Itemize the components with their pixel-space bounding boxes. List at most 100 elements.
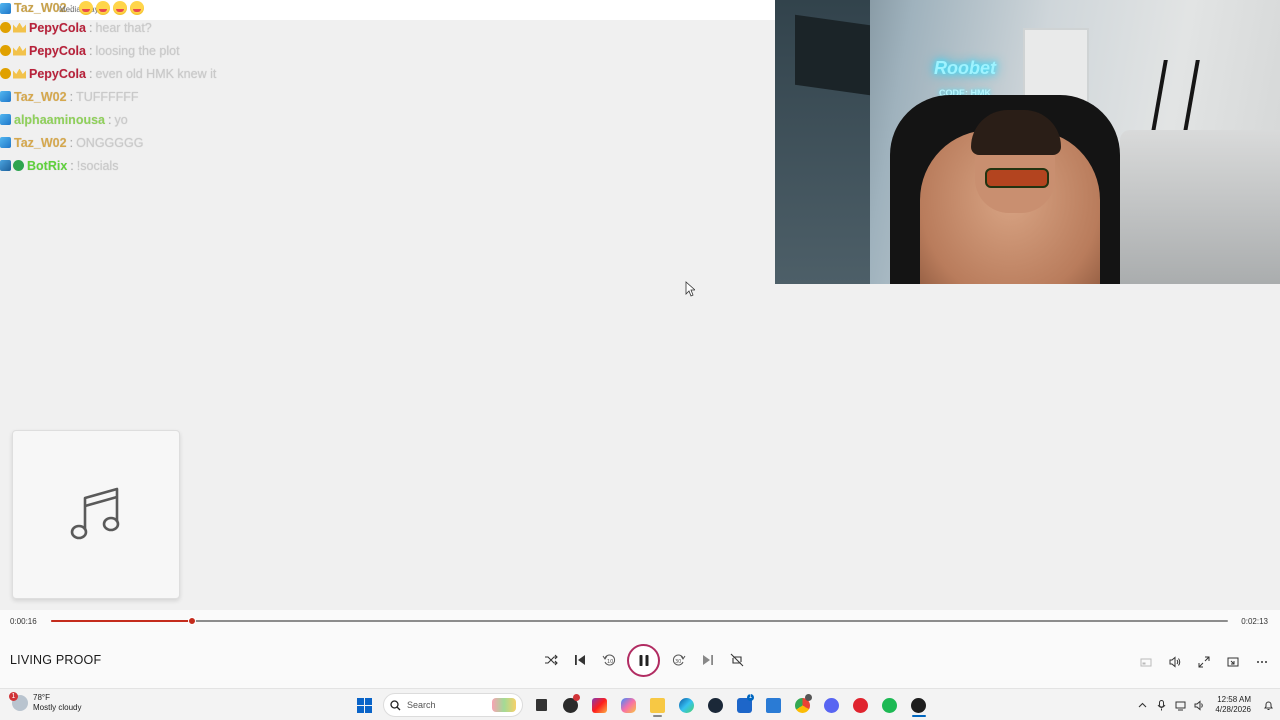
laughing-emoji-icon [113, 1, 128, 15]
network-button[interactable] [1171, 693, 1190, 717]
discord-button[interactable] [817, 693, 846, 717]
clock-time: 12:58 AM [1217, 695, 1251, 704]
cube-badge-icon [0, 114, 11, 125]
forward-30-icon: 30 [672, 654, 685, 666]
mail-icon [766, 697, 781, 713]
tray-overflow-button[interactable] [1133, 693, 1152, 717]
windows-start-icon [357, 697, 372, 713]
search-placeholder: Search [407, 700, 436, 710]
chat-separator: : [69, 135, 74, 150]
store-button[interactable]: 1 [730, 693, 759, 717]
pause-icon [639, 654, 648, 666]
active-indicator [653, 715, 662, 717]
laughing-emoji-icon [130, 1, 145, 15]
taskbar-search[interactable]: Search [383, 693, 523, 717]
store-badge: 1 [747, 694, 754, 701]
edge-button[interactable] [672, 693, 701, 717]
chat-text: !socials [76, 158, 119, 173]
pause-button[interactable] [627, 643, 660, 677]
previous-icon [574, 655, 585, 665]
instagram-icon [592, 697, 607, 713]
mouse-cursor-icon [685, 281, 695, 297]
chrome-badge [805, 694, 812, 701]
copilot-button[interactable] [614, 693, 643, 717]
mod-badge-icon [0, 160, 11, 171]
volume-button[interactable] [1160, 647, 1189, 677]
obs-button[interactable] [556, 693, 585, 717]
coin-badge-icon [0, 68, 11, 79]
instagram-button[interactable] [585, 693, 614, 717]
clock[interactable]: 12:58 AM 4/28/2026 [1209, 695, 1256, 715]
weather-widget[interactable]: 1 78°F Mostly cloudy [9, 692, 81, 713]
forward-30-button[interactable]: 30 [664, 645, 693, 675]
miniplayer-button[interactable] [1131, 647, 1160, 677]
more-options-button[interactable] [1247, 647, 1276, 677]
notifications-button[interactable] [1256, 693, 1280, 717]
next-button[interactable] [693, 645, 722, 675]
volume-tray-button[interactable] [1190, 693, 1209, 717]
chat-message: Taz_W02 Media Player: [0, 0, 770, 16]
chat-text: hear that? [95, 20, 152, 35]
steam-button[interactable] [701, 693, 730, 717]
shuffle-icon [544, 654, 558, 666]
seek-bar-thumb[interactable] [188, 617, 197, 625]
task-view-icon [536, 699, 547, 711]
chat-message: Taz_W02: TUFFFFFF [0, 85, 770, 108]
rewind-10-icon: 10 [602, 654, 615, 666]
obs-badge [573, 694, 580, 701]
svg-text:30: 30 [675, 659, 681, 665]
weather-temp: 78°F [33, 693, 50, 702]
spotify-button[interactable] [875, 693, 904, 717]
crown-badge-icon [13, 68, 26, 79]
chat-text: yo [114, 112, 128, 127]
weather-badge: 1 [9, 692, 18, 701]
crown-badge-icon [13, 22, 26, 33]
rewind-10-button[interactable]: 10 [594, 645, 623, 675]
chat-message: BotRix: !socials [0, 154, 770, 177]
chat-separator: : [70, 158, 74, 173]
network-icon [1175, 701, 1186, 710]
chat-username: PepyCola [29, 20, 86, 35]
shuffle-button[interactable] [536, 645, 565, 675]
microphone-button[interactable] [1152, 693, 1171, 717]
verified-badge-icon [13, 160, 24, 171]
track-title: LIVING PROOF [10, 653, 102, 667]
repeat-button[interactable] [722, 645, 751, 675]
chat-text: TUFFFFFF [76, 89, 139, 104]
cube-badge-icon [0, 91, 11, 102]
current-time: 0:00:16 [10, 617, 37, 626]
cast-button[interactable] [1218, 647, 1247, 677]
mail-button[interactable] [759, 693, 788, 717]
chat-separator: : [88, 43, 93, 58]
file-explorer-button[interactable] [643, 693, 672, 717]
chat-message: PepyCola: loosing the plot [0, 39, 770, 62]
player-right-controls [1131, 647, 1276, 677]
chat-separator: : [108, 112, 112, 127]
music-note-icon [70, 487, 120, 539]
search-highlight-icon [492, 698, 516, 712]
fullscreen-button[interactable] [1189, 647, 1218, 677]
chat-separator: : [88, 20, 93, 35]
spotify-icon [882, 697, 897, 713]
chat-separator: : [88, 66, 93, 81]
webcam-tv [795, 14, 870, 96]
speaker-icon [1194, 699, 1204, 711]
discord-icon [824, 697, 839, 713]
cube-badge-icon [0, 2, 11, 14]
media-player-button[interactable] [904, 693, 933, 717]
neon-sign: Roobet [934, 58, 996, 78]
start-button[interactable] [350, 693, 379, 717]
app-red-icon [853, 697, 868, 713]
volume-icon [1169, 656, 1180, 668]
task-view-button[interactable] [527, 693, 556, 717]
taskbar-apps: Search 1 [350, 693, 933, 717]
chat-message: PepyCola: hear that? [0, 16, 770, 39]
media-player-bar: 0:00:16 0:02:13 LIVING PROOF 10 30 [0, 610, 1280, 688]
red-app-button[interactable] [846, 693, 875, 717]
previous-button[interactable] [565, 645, 594, 675]
album-art[interactable] [12, 430, 180, 599]
steam-icon [708, 697, 723, 713]
chrome-button[interactable] [788, 693, 817, 717]
cloud-icon: 1 [9, 692, 28, 711]
seek-bar[interactable] [51, 617, 1228, 625]
